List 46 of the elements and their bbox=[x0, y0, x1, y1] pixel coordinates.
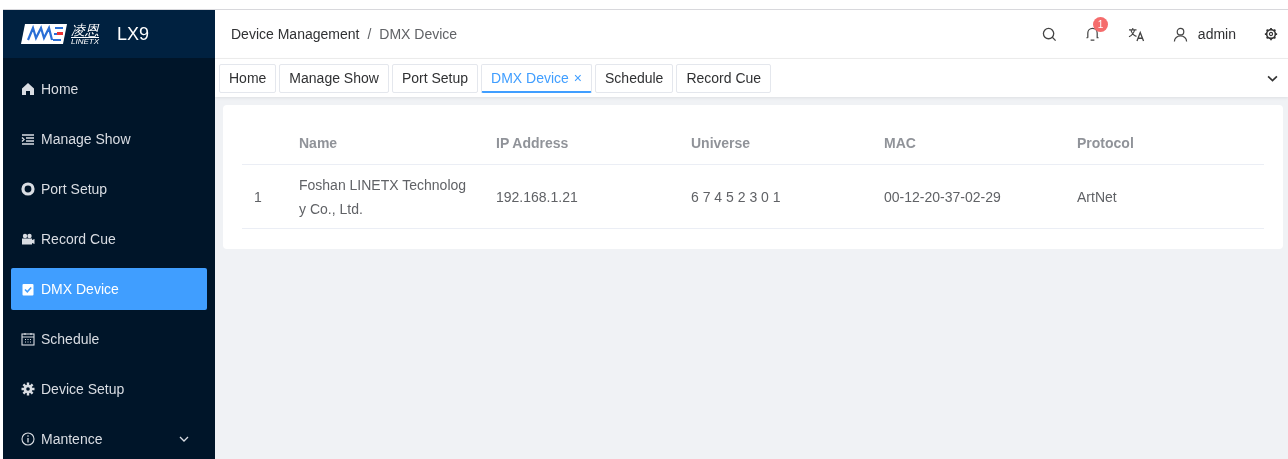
column-header: IP Address bbox=[496, 134, 570, 151]
column-header: Protocol bbox=[1077, 134, 1135, 151]
camera-icon bbox=[21, 232, 35, 246]
table-cell-text: 6 7 4 5 2 3 0 1 bbox=[691, 187, 782, 207]
table-cell-text: 00-12-20-37-02-29 bbox=[884, 187, 1002, 207]
home-icon bbox=[21, 82, 35, 96]
table-cell-text: Foshan LINETX Technology Co., Ltd. bbox=[299, 175, 468, 219]
user-icon[interactable] bbox=[1172, 26, 1188, 42]
tab[interactable]: Record Cue bbox=[676, 63, 772, 93]
user-name[interactable]: admin bbox=[1197, 26, 1236, 42]
notification-badge: 1 bbox=[1092, 17, 1109, 32]
sidebar-item[interactable]: Device Setup bbox=[11, 368, 207, 410]
row-number: 1 bbox=[253, 187, 263, 207]
bell-icon[interactable] bbox=[1084, 26, 1100, 42]
list-icon bbox=[21, 132, 35, 146]
product-name: LX9 bbox=[117, 23, 150, 45]
sidebar-item[interactable]: Manage Show bbox=[11, 118, 207, 160]
info-icon bbox=[21, 432, 35, 446]
chevron-down-icon[interactable] bbox=[1267, 74, 1278, 82]
column-header: MAC bbox=[884, 134, 917, 151]
sidebar-item[interactable]: Record Cue bbox=[11, 218, 207, 260]
calendar-icon bbox=[21, 332, 35, 346]
settings-icon[interactable] bbox=[1264, 27, 1278, 41]
table-cell-text: 192.168.1.21 bbox=[496, 187, 579, 207]
translate-icon[interactable] bbox=[1127, 26, 1145, 42]
tab[interactable]: Port Setup bbox=[391, 63, 479, 93]
search-icon[interactable] bbox=[1041, 26, 1057, 42]
tab[interactable]: Schedule bbox=[595, 63, 674, 93]
sidebar-item[interactable]: Mantence bbox=[11, 418, 207, 459]
sidebar-item[interactable]: Schedule bbox=[11, 318, 207, 360]
sidebar-item[interactable]: Home bbox=[11, 68, 207, 110]
port-icon bbox=[21, 182, 35, 196]
logo-subtext: LINETX bbox=[71, 36, 99, 46]
column-header: Universe bbox=[691, 134, 752, 151]
logo-text: 凌恩 bbox=[71, 22, 99, 37]
clipboard-icon bbox=[21, 282, 35, 296]
tab[interactable]: Home bbox=[219, 63, 277, 93]
sidebar-item[interactable]: Port Setup bbox=[11, 168, 207, 210]
gear-icon bbox=[21, 382, 35, 396]
breadcrumb-item[interactable]: DMX Device bbox=[379, 26, 458, 42]
breadcrumb-separator: / bbox=[367, 26, 372, 42]
logo-icon bbox=[19, 22, 69, 46]
column-header: Name bbox=[299, 134, 339, 151]
tab[interactable]: Manage Show bbox=[279, 63, 389, 93]
table-cell-text: ArtNet bbox=[1077, 187, 1118, 207]
breadcrumb-item[interactable]: Device Management bbox=[231, 26, 360, 42]
